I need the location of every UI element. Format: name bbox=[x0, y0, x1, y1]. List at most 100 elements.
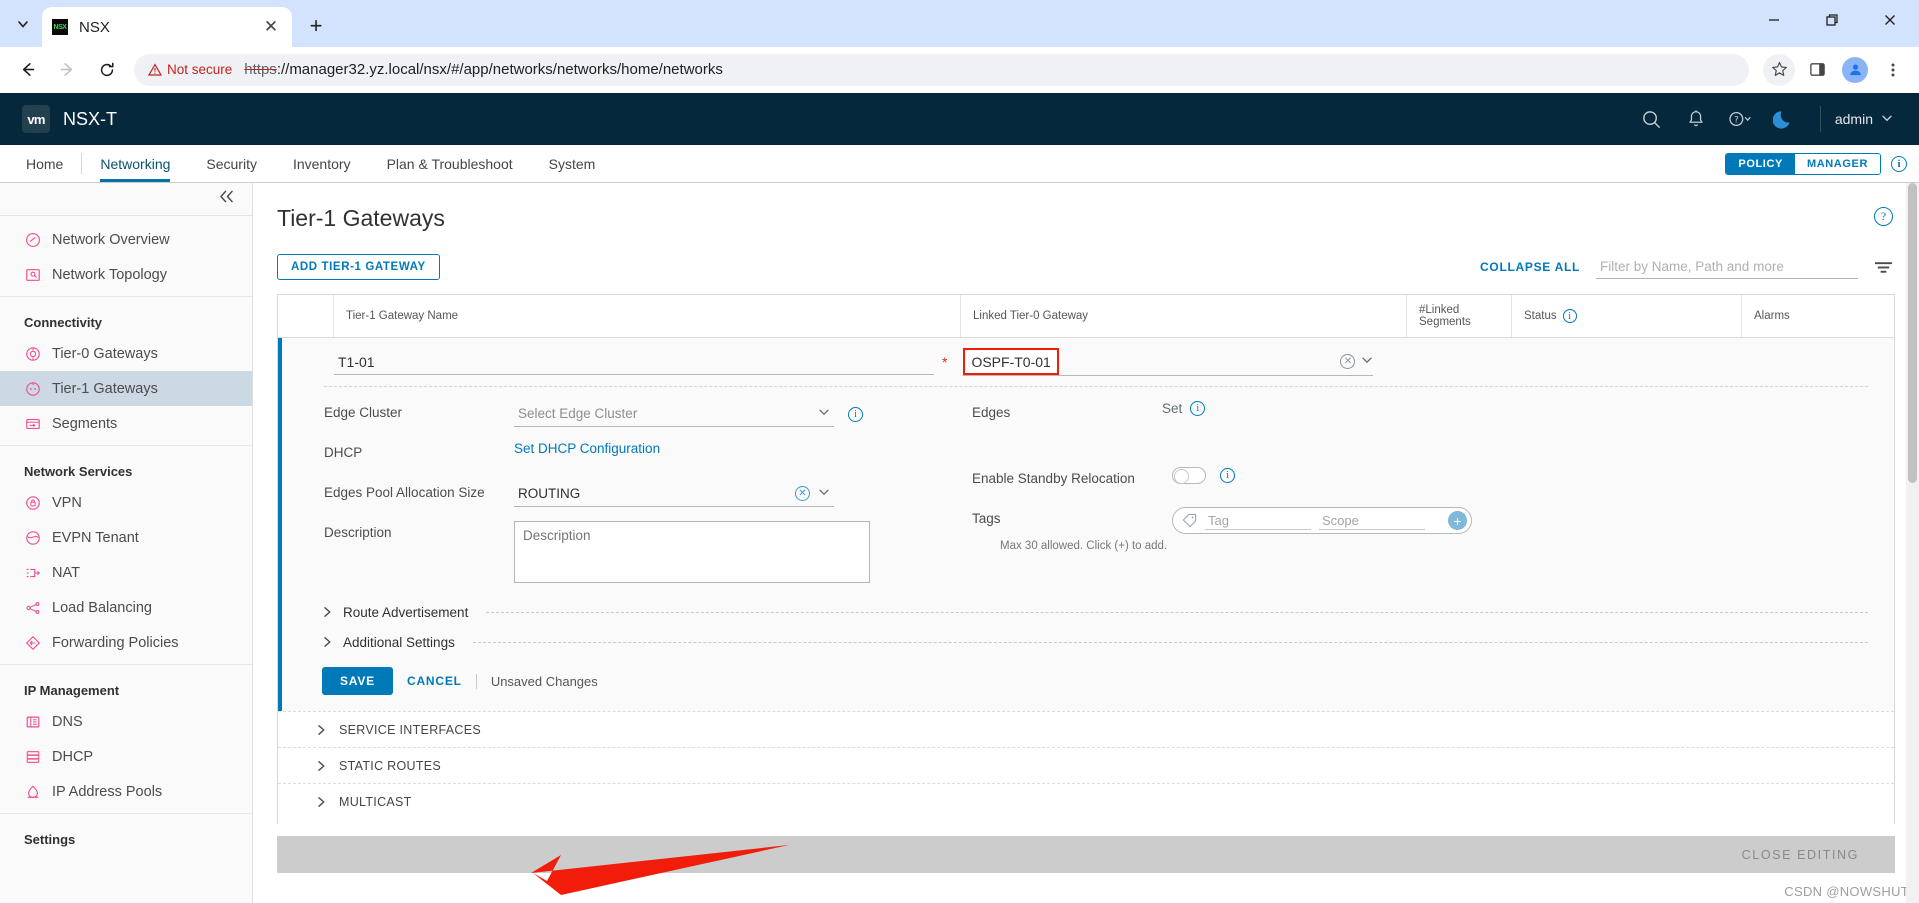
section-static-routes[interactable]: STATIC ROUTES bbox=[278, 747, 1894, 783]
close-icon[interactable] bbox=[1861, 0, 1919, 40]
address-bar[interactable]: Not secure https://manager32.yz.local/ns… bbox=[134, 53, 1749, 86]
sidebar-item-dns[interactable]: DNS bbox=[0, 704, 252, 739]
scope-input[interactable] bbox=[1319, 511, 1425, 530]
vertical-scrollbar[interactable] bbox=[1906, 183, 1919, 903]
reload-icon[interactable] bbox=[90, 53, 124, 87]
cancel-button[interactable]: CANCEL bbox=[407, 674, 462, 688]
close-icon[interactable]: ✕ bbox=[260, 16, 282, 38]
linked-tier0-select[interactable]: OSPF-T0-01 ✕ bbox=[963, 348, 1374, 376]
info-icon[interactable]: i bbox=[1891, 155, 1907, 172]
chrome-menu-icon[interactable] bbox=[1877, 54, 1909, 86]
filter-icon[interactable] bbox=[1874, 260, 1893, 274]
plus-icon[interactable]: + bbox=[300, 10, 332, 42]
sidebar-item-tier1-gateways[interactable]: Tier-1 Gateways bbox=[0, 371, 252, 406]
search-icon[interactable] bbox=[1630, 93, 1674, 145]
not-secure-indicator[interactable]: Not secure bbox=[148, 62, 232, 77]
collapse-all-button[interactable]: COLLAPSE ALL bbox=[1480, 260, 1580, 274]
column-alarms: Alarms bbox=[1754, 310, 1790, 322]
info-icon[interactable]: i bbox=[1220, 468, 1235, 483]
manager-mode-button[interactable]: MANAGER bbox=[1794, 153, 1880, 174]
sidebar-item-nat[interactable]: NAT bbox=[0, 555, 252, 590]
required-marker: * bbox=[942, 354, 948, 370]
tab-search-icon[interactable] bbox=[6, 7, 40, 41]
column-linked-tier0-gateway: Linked Tier-0 Gateway bbox=[961, 295, 1407, 337]
section-service-interfaces[interactable]: SERVICE INTERFACES bbox=[278, 711, 1894, 747]
window-controls bbox=[1745, 0, 1919, 40]
description-textarea[interactable] bbox=[514, 521, 870, 583]
nav-item-system[interactable]: System bbox=[531, 145, 614, 182]
info-icon[interactable]: i bbox=[848, 406, 863, 422]
dark-mode-moon-icon[interactable] bbox=[1762, 93, 1806, 145]
info-icon[interactable]: i bbox=[1562, 309, 1577, 323]
chevron-right-icon bbox=[316, 724, 327, 736]
filter-input[interactable] bbox=[1600, 258, 1854, 274]
edges-pool-allocation-value: ROUTING bbox=[518, 486, 581, 501]
browser-tab[interactable]: NSX NSX ✕ bbox=[42, 7, 292, 47]
minimize-icon[interactable] bbox=[1745, 0, 1803, 40]
restore-icon[interactable] bbox=[1803, 0, 1861, 40]
chevron-right-icon bbox=[322, 636, 333, 648]
sidebar-item-dhcp[interactable]: DHCP bbox=[0, 739, 252, 774]
nav-item-networking[interactable]: Networking bbox=[82, 145, 188, 182]
clear-x-icon[interactable]: ✕ bbox=[1340, 354, 1356, 369]
accordion-rule bbox=[472, 641, 1868, 643]
column-status-label: Status bbox=[1524, 310, 1557, 322]
field-control: Select Edge Cluster i bbox=[514, 401, 863, 427]
form-column-left: Edge Cluster Select Edge Cluster i DHCP … bbox=[324, 401, 954, 597]
nav-item-inventory[interactable]: Inventory bbox=[275, 145, 369, 182]
linked-tier0-value[interactable]: OSPF-T0-01 bbox=[963, 348, 1059, 375]
policy-mode-button[interactable]: POLICY bbox=[1726, 153, 1795, 174]
accordion-additional-settings[interactable]: Additional Settings bbox=[282, 627, 1894, 657]
sidebar-item-ip-address-pools[interactable]: IP Address Pools bbox=[0, 774, 252, 809]
nav-item-security[interactable]: Security bbox=[188, 145, 275, 182]
forward-arrow-icon[interactable] bbox=[50, 53, 84, 87]
help-circle-icon[interactable]: ? bbox=[1874, 207, 1893, 226]
section-label: MULTICAST bbox=[339, 794, 412, 809]
save-button[interactable]: SAVE bbox=[322, 667, 393, 695]
side-panel-icon[interactable] bbox=[1801, 54, 1833, 86]
set-dhcp-configuration-link[interactable]: Set DHCP Configuration bbox=[514, 441, 660, 456]
sidebar-item-network-topology[interactable]: Network Topology bbox=[0, 257, 252, 292]
back-arrow-icon[interactable] bbox=[10, 53, 44, 87]
section-multicast[interactable]: MULTICAST bbox=[278, 783, 1894, 819]
scrollbar-thumb[interactable] bbox=[1908, 183, 1917, 483]
add-tier1-gateway-button[interactable]: ADD TIER-1 GATEWAY bbox=[277, 254, 440, 280]
filter-input-wrapper[interactable] bbox=[1596, 256, 1858, 279]
tier1-icon bbox=[24, 380, 41, 397]
nav-item-home[interactable]: Home bbox=[8, 145, 81, 182]
help-icon[interactable]: ? bbox=[1718, 93, 1762, 145]
nav-item-plan-troubleshoot[interactable]: Plan & Troubleshoot bbox=[369, 145, 531, 182]
form-column-right: Edges Set i Enable Standby Relocation i … bbox=[954, 401, 1894, 597]
tag-input[interactable] bbox=[1205, 511, 1311, 530]
bookmark-star-icon[interactable] bbox=[1763, 53, 1795, 86]
plus-circle-icon[interactable]: + bbox=[1448, 511, 1467, 530]
edges-set-link[interactable]: Set bbox=[1162, 401, 1182, 416]
chevron-down-icon[interactable] bbox=[818, 486, 830, 501]
sidebar-item-vpn[interactable]: VPN bbox=[0, 485, 252, 520]
standby-relocation-toggle[interactable] bbox=[1172, 467, 1206, 484]
sidebar-item-load-balancing[interactable]: Load Balancing bbox=[0, 590, 252, 625]
tier1-gateway-name-input[interactable] bbox=[334, 349, 934, 375]
sidebar-collapse-button[interactable] bbox=[0, 183, 252, 216]
accordion-route-advertisement[interactable]: Route Advertisement bbox=[282, 597, 1894, 627]
edges-pool-allocation-select[interactable]: ROUTING ✕ bbox=[514, 481, 834, 507]
tier0-icon bbox=[24, 345, 41, 362]
sidebar-heading-settings: Settings bbox=[24, 832, 76, 847]
sidebar-label: Tier-0 Gateways bbox=[52, 345, 158, 362]
user-menu[interactable]: admin bbox=[1835, 111, 1899, 127]
warning-triangle-icon bbox=[148, 62, 162, 77]
bell-icon[interactable] bbox=[1674, 93, 1718, 145]
sidebar-item-forwarding-policies[interactable]: Forwarding Policies bbox=[0, 625, 252, 660]
sidebar-item-evpn-tenant[interactable]: EVPN Tenant bbox=[0, 520, 252, 555]
edge-cluster-select[interactable]: Select Edge Cluster bbox=[514, 401, 834, 427]
info-icon[interactable]: i bbox=[1190, 401, 1206, 416]
profile-avatar-icon[interactable] bbox=[1839, 54, 1871, 86]
field-control: ROUTING ✕ bbox=[514, 481, 834, 507]
clear-x-icon[interactable]: ✕ bbox=[795, 486, 810, 501]
sidebar-item-segments[interactable]: Segments bbox=[0, 406, 252, 441]
chevron-down-icon[interactable] bbox=[1361, 353, 1373, 371]
sidebar-item-network-overview[interactable]: Network Overview bbox=[0, 222, 252, 257]
sidebar-item-tier0-gateways[interactable]: Tier-0 Gateways bbox=[0, 336, 252, 371]
main-content: Tier-1 Gateways ? ADD TIER-1 GATEWAY COL… bbox=[253, 183, 1919, 903]
close-editing-button[interactable]: CLOSE EDITING bbox=[1742, 848, 1859, 862]
